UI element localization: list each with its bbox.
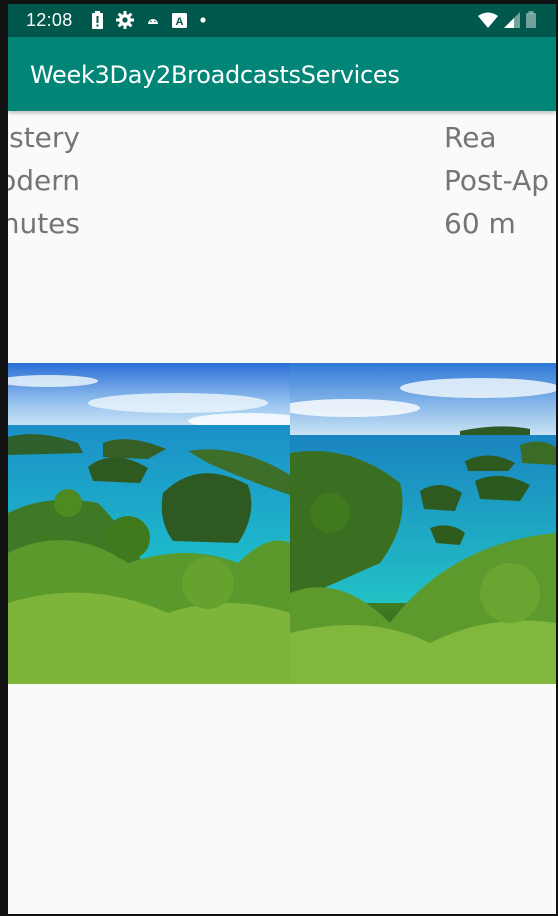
android-icon (148, 19, 158, 24)
dot-icon (200, 17, 206, 23)
settings-icon (116, 11, 134, 29)
battery-alert-icon (92, 11, 103, 29)
svg-text:A: A (176, 16, 184, 28)
wifi-icon (478, 12, 498, 28)
battery-icon (526, 11, 536, 28)
list-item-era-left[interactable]: Modern (8, 164, 80, 197)
list-item-genre-right[interactable]: Rea (444, 121, 497, 154)
list-item-duration-left[interactable]: 30 minutes (8, 207, 80, 240)
list-item-era-right[interactable]: Post-Ap (444, 164, 549, 197)
status-time: 12:08 (26, 10, 73, 30)
status-bar: 12:08 A (8, 4, 556, 37)
app-title: Week3Day2BroadcastsServices (30, 61, 400, 89)
list-item-genre-left[interactable]: Mystery (8, 121, 80, 154)
signal-icon (504, 11, 520, 28)
content-area: Mystery Modern 30 minutes Rea Post-Ap 60… (8, 111, 556, 914)
list-item-duration-right[interactable]: 60 m (444, 207, 516, 240)
font-icon: A (172, 12, 187, 28)
app-bar: Week3Day2BroadcastsServices (8, 37, 556, 111)
phone-screen: 12:08 A Week3Day2BroadcastsServices ster… (8, 4, 556, 914)
status-icons-right (478, 11, 536, 28)
status-icons-left: A (92, 11, 206, 29)
island-lagoon-image-1[interactable] (8, 363, 308, 684)
island-lagoon-image-2[interactable] (280, 363, 556, 684)
